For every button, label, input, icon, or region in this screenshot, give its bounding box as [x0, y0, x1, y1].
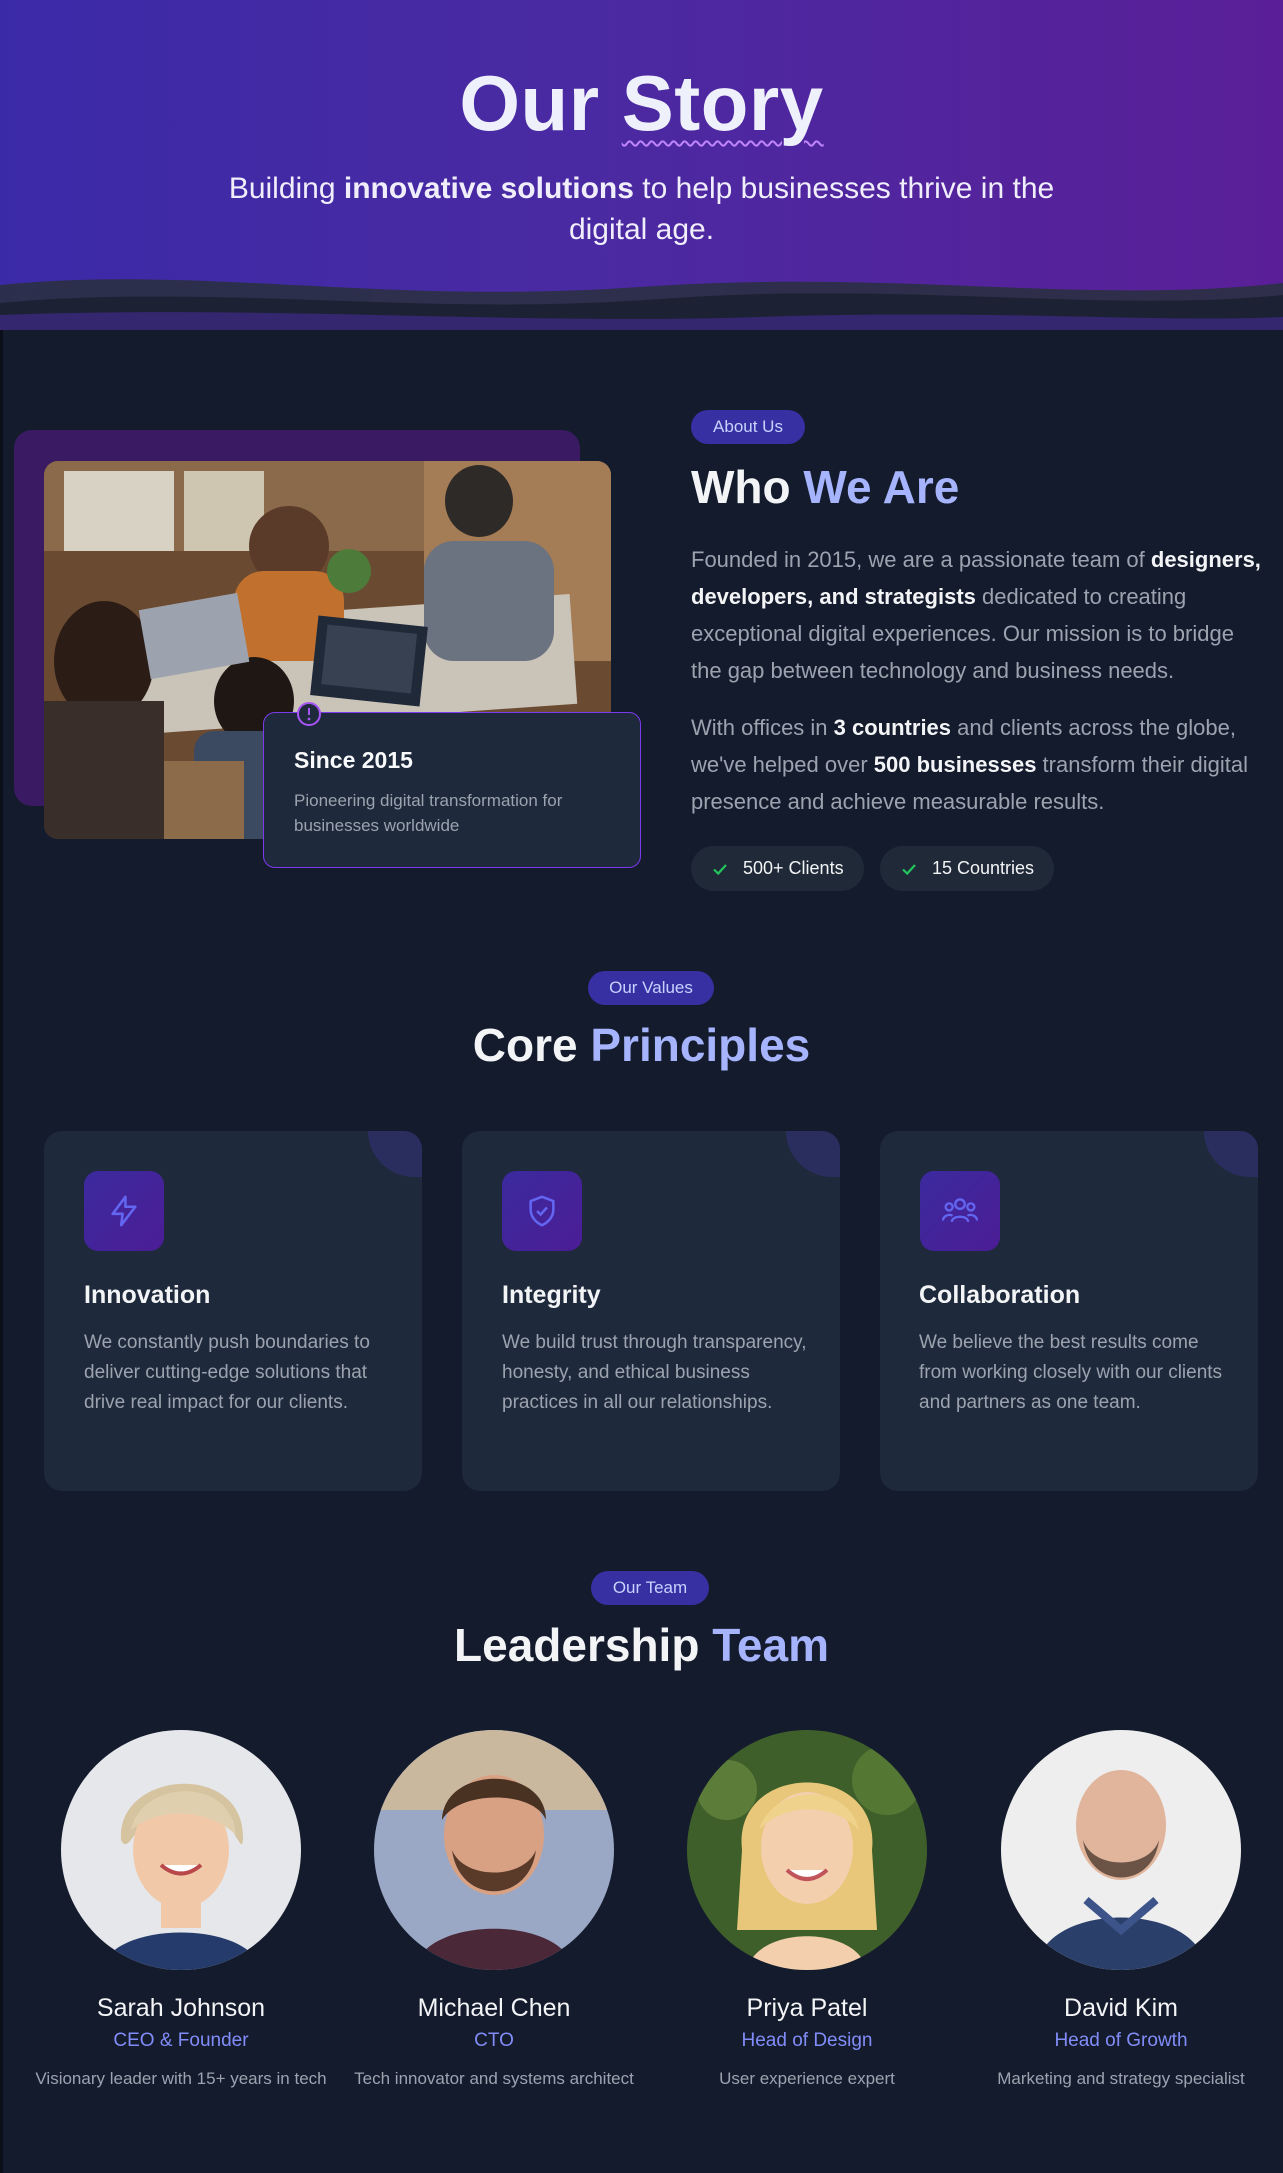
people-icon — [920, 1171, 1000, 1251]
avatar-michael-chen — [374, 1730, 614, 1970]
core-principles-heading: Core Principles — [472, 1019, 811, 1071]
member-bio-michael: Tech innovator and systems architect — [354, 2069, 634, 2088]
since-2015-card: Since 2015 Pioneering digital transforma… — [263, 702, 641, 868]
value-card-integrity — [462, 1131, 840, 1491]
since-text: Pioneering digital transformation for bu… — [294, 791, 563, 835]
our-team-pill: Our Team — [591, 1571, 709, 1605]
about-paragraph-2: With offices in 3 countries and clients … — [691, 715, 1248, 814]
lightning-icon — [84, 1171, 164, 1251]
member-name-michael: Michael Chen — [417, 1994, 571, 2022]
member-role-sarah: CEO & Founder — [113, 2030, 249, 2051]
member-bio-priya: User experience expert — [719, 2069, 895, 2088]
member-role-david: Head of Growth — [1054, 2030, 1188, 2051]
who-we-are-heading: Who We Are — [691, 461, 960, 513]
value-title-innovation: Innovation — [84, 1281, 211, 1309]
member-name-david: David Kim — [1064, 1994, 1178, 2022]
about-us-pill: About Us — [691, 410, 805, 444]
value-desc-integrity: We build trust through transparency, hon… — [502, 1332, 807, 1413]
member-role-michael: CTO — [474, 2030, 514, 2051]
member-bio-david: Marketing and strategy specialist — [997, 2069, 1245, 2088]
member-name-sarah: Sarah Johnson — [96, 1994, 266, 2022]
value-desc-collaboration: We believe the best results come from wo… — [919, 1332, 1223, 1413]
since-title: Since 2015 — [294, 747, 413, 773]
value-desc-innovation: We constantly push boundaries to deliver… — [84, 1332, 370, 1413]
hero-title: Our Story — [459, 59, 824, 147]
leadership-team-heading: Leadership Team — [454, 1619, 829, 1671]
hero-banner: Our Story Building innovative solutions … — [0, 0, 1283, 330]
stat-countries-chip: 15 Countries — [880, 846, 1055, 891]
avatar-priya-patel — [687, 1730, 927, 1970]
value-card-collaboration — [880, 1131, 1258, 1491]
hero-subtitle: Building innovative solutions to help bu… — [228, 172, 1055, 246]
our-values-pill: Our Values — [588, 971, 714, 1005]
stat-clients-chip: 500+ Clients — [691, 846, 864, 891]
member-bio-sarah: Visionary leader with 15+ years in tech — [35, 2069, 327, 2088]
about-paragraph-1: Founded in 2015, we are a passionate tea… — [691, 547, 1261, 683]
avatar-david-kim — [1001, 1730, 1241, 1970]
shield-check-icon — [502, 1171, 582, 1251]
about-description: Founded in 2015, we are a passionate tea… — [691, 541, 1261, 820]
info-circle-icon — [297, 702, 321, 726]
avatar-sarah-johnson — [61, 1730, 301, 1970]
value-title-integrity: Integrity — [502, 1281, 601, 1309]
member-role-priya: Head of Design — [741, 2030, 873, 2051]
check-icon — [902, 863, 916, 875]
value-card-innovation — [44, 1131, 422, 1491]
check-icon — [713, 863, 727, 875]
value-title-collaboration: Collaboration — [919, 1281, 1081, 1309]
hero-wave-divider — [0, 279, 1283, 330]
member-name-priya: Priya Patel — [746, 1994, 868, 2022]
